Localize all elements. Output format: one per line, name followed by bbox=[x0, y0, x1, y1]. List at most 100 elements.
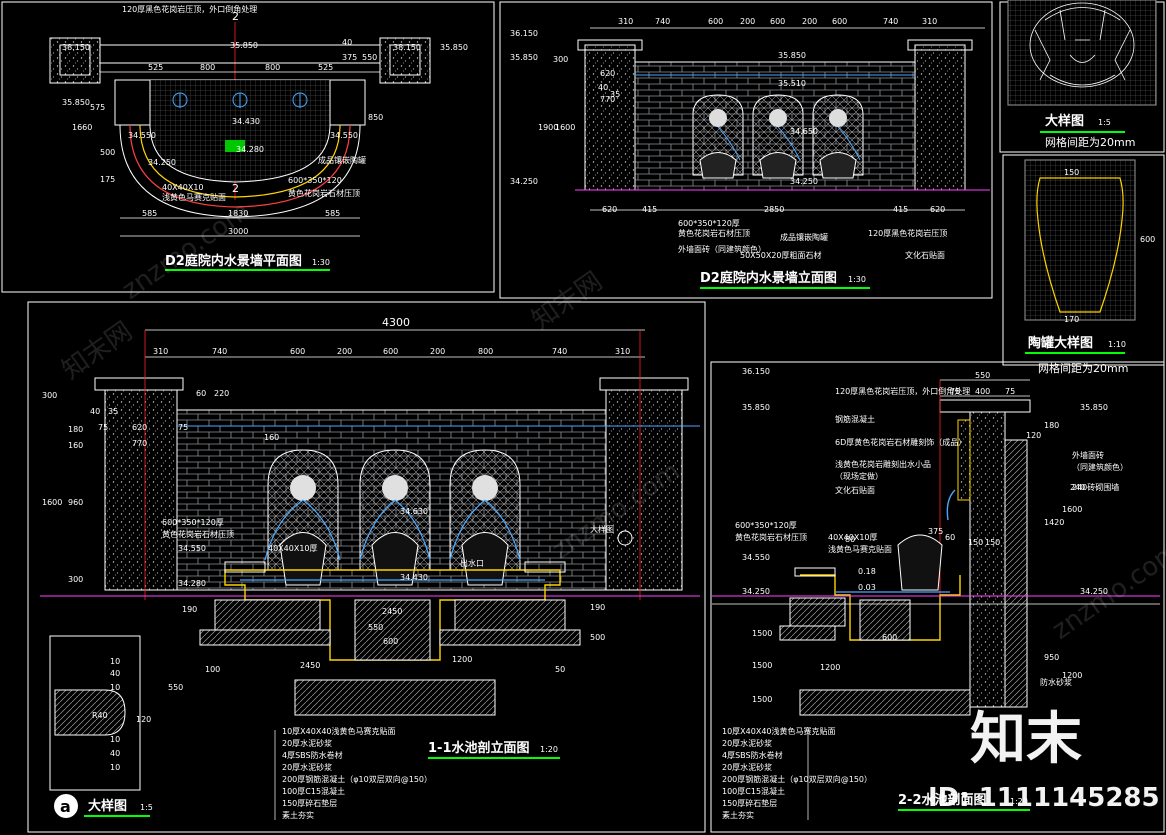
s11-dim-pool-4: 1200 bbox=[452, 655, 472, 664]
s22-elev-a: 35.850 bbox=[742, 403, 770, 412]
s11-dim-total: 4300 bbox=[382, 316, 410, 329]
s11-dim-pool-1: 2450 bbox=[382, 607, 402, 616]
s22-elev-c: 34.550 bbox=[742, 553, 770, 562]
s22-note: 外墙面砖 bbox=[1072, 450, 1104, 460]
jar-scale: 1:10 bbox=[1108, 340, 1126, 349]
elev-note-b: 黄色花岗岩石材压顶 bbox=[678, 228, 750, 238]
plan-dim-right-2: 375 bbox=[342, 53, 357, 62]
s11-dim-small-3: 40 bbox=[90, 407, 100, 416]
s11-dim-top-5: 600 bbox=[383, 347, 398, 356]
plan-elev-right-b: 35.850 bbox=[440, 43, 468, 52]
elev-arches bbox=[692, 94, 864, 179]
s22-layer: 4厚SBS防水卷材 bbox=[722, 750, 783, 760]
detail-a-dim-7: 10 bbox=[110, 763, 120, 772]
elevation-panel: 310 740 600 200 600 200 600 740 310 36.1… bbox=[499, 1, 993, 299]
s22-dim-pool-9: 150 bbox=[985, 538, 1000, 547]
s11-dim-top-8: 740 bbox=[552, 347, 567, 356]
detail-a-dim-3: 10 bbox=[110, 683, 120, 692]
plan-section-mark-bottom: 2 bbox=[232, 182, 239, 195]
jar-panel: 150 170 600 陶罐大样图 1:10 网格间距为20mm bbox=[1002, 154, 1165, 375]
plan-panel: 120厚黑色花岗岩压顶，外口倒角处理 2 38.150 35.850 38.15… bbox=[1, 1, 495, 293]
plan-elev-right-a: 38.150 bbox=[393, 43, 421, 52]
s11-layer: 10厚X40X40浅黄色马赛克贴面 bbox=[282, 726, 396, 736]
elev-ground: 34.250 bbox=[510, 177, 538, 186]
elev-note-e: 成品镶嵌陶罐 bbox=[780, 232, 828, 242]
jar-grid-note: 网格间距为20mm bbox=[1038, 361, 1128, 375]
elev-dim-inner-4: 770 bbox=[600, 95, 615, 104]
plan-dim-bottom-3: 585 bbox=[325, 209, 340, 218]
plan-dim-left-1: 1660 bbox=[72, 123, 92, 132]
elev-dim-left-1: 300 bbox=[553, 55, 568, 64]
jar-dim-bottom: 170 bbox=[1064, 315, 1079, 324]
section11-panel: 4300 310 740 600 200 600 200 800 740 310 bbox=[27, 301, 706, 833]
plan-elev-center: 35.850 bbox=[230, 41, 258, 50]
s11-note-a: 600*350*120厚 bbox=[162, 518, 224, 527]
s22-dim-right-4: 1420 bbox=[1044, 518, 1064, 527]
cad-drawing-sheet: 120厚黑色花岗岩压顶，外口倒角处理 2 38.150 35.850 38.15… bbox=[1, 0, 1166, 833]
plan-note-tile: 40X40X10 bbox=[162, 183, 204, 192]
watermark-diag-cn-2: 知末网 bbox=[527, 266, 608, 335]
s11-dim-pool-7: 50 bbox=[555, 665, 565, 674]
elev-water: 34.250 bbox=[790, 177, 818, 186]
elev-dim-bottom-1: 620 bbox=[602, 205, 617, 214]
s11-dim-small-4: 35 bbox=[108, 407, 118, 416]
s11-note-e: 出水口 bbox=[460, 558, 484, 568]
elev-dim-left-3: 1600 bbox=[555, 123, 575, 132]
plan-scale: 1:30 bbox=[312, 258, 330, 267]
watermark-diag-3: znzmo.com bbox=[1047, 536, 1166, 646]
s11-elev-a: 34.550 bbox=[178, 544, 206, 553]
s22-dim-left-1: 1500 bbox=[752, 629, 772, 638]
s22-note-a: 600*350*120厚 bbox=[735, 521, 797, 530]
elev-dim-inner-2: 40 bbox=[598, 83, 608, 92]
s11-note-c: 40X40X10厚 bbox=[268, 544, 318, 553]
s22-dim-top-1: 550 bbox=[975, 371, 990, 380]
s22-dim-left-3: 1500 bbox=[752, 695, 772, 704]
elev-note-d: 50X50X20厚粗面石材 bbox=[740, 250, 822, 260]
s11-layer: 20厚水泥砂浆 bbox=[282, 762, 332, 772]
plan-dim-top-3: 800 bbox=[265, 63, 280, 72]
lion-panel: 大样图 1:5 网格间距为20mm bbox=[999, 0, 1165, 153]
s22-layer: 100厚C15混凝土 bbox=[722, 786, 785, 796]
elev-dim-top-2: 740 bbox=[655, 17, 670, 26]
elevation-scale: 1:30 bbox=[848, 275, 866, 284]
s11-dim-left-4: 300 bbox=[68, 575, 83, 584]
s22-note: 120厚黑色花岗岩压顶，外口倒角处理 bbox=[835, 386, 970, 396]
jar-dim-top: 150 bbox=[1064, 168, 1079, 177]
s22-layer: 20厚水泥砂浆 bbox=[722, 738, 772, 748]
plan-dim-right-1: 40 bbox=[342, 38, 352, 47]
plan-dim-left-4: 175 bbox=[100, 175, 115, 184]
detail-a-dim-4: 120 bbox=[136, 715, 151, 724]
elev-mid: 35.510 bbox=[778, 79, 806, 88]
elev-note-a: 600*350*120厚 bbox=[678, 219, 740, 228]
s11-elev-c: 34.630 bbox=[400, 507, 428, 516]
s22-elev-top: 36.150 bbox=[742, 367, 770, 376]
s11-dim-left-3: 960 bbox=[68, 498, 83, 507]
s22-note: 6D厚黄色花岗岩石材雕刻饰（成品） bbox=[835, 437, 966, 447]
s22-note-d: 浅黄色马赛克贴面 bbox=[828, 544, 892, 554]
s22-dim-right-1: 180 bbox=[1044, 421, 1059, 430]
s11-dim-top-2: 740 bbox=[212, 347, 227, 356]
s22-dim-right-6: 950 bbox=[1044, 653, 1059, 662]
s11-dim-top-1: 310 bbox=[153, 347, 168, 356]
s11-dim-col-1: 60 bbox=[196, 389, 206, 398]
elev-wall: 35.850 bbox=[510, 53, 538, 62]
plan-note-mosaic: 成品镶嵌陶罐 bbox=[318, 155, 366, 165]
s11-dim-top-3: 600 bbox=[290, 347, 305, 356]
watermark-diag-1: znzmo.com bbox=[117, 196, 256, 306]
s22-dim-pool-6: 1200 bbox=[820, 663, 840, 672]
plan-section-mark-top: 2 bbox=[232, 10, 239, 23]
s11-dim-small-8: 75 bbox=[178, 423, 188, 432]
elev-dim-top-7: 600 bbox=[832, 17, 847, 26]
lion-scale: 1:5 bbox=[1098, 118, 1111, 127]
s22-elev-b: 35.850 bbox=[1080, 403, 1108, 412]
elev-dim-top-8: 740 bbox=[883, 17, 898, 26]
plan-dim-top-4: 525 bbox=[318, 63, 333, 72]
s22-note: 钢筋混凝土 bbox=[835, 414, 875, 424]
s22-note: 浅黄色花岗岩雕刻出水小品 bbox=[835, 459, 931, 469]
detail-a-dim-1: 10 bbox=[110, 657, 120, 666]
s11-layer: 素土夯实 bbox=[282, 810, 314, 820]
watermark-diag-cn-1: 知末网 bbox=[57, 316, 138, 385]
elevation-title: D2庭院内水景墙立面图 bbox=[700, 270, 837, 286]
s11-dim-top-4: 200 bbox=[337, 347, 352, 356]
s22-note: （现场定做） bbox=[835, 471, 883, 481]
